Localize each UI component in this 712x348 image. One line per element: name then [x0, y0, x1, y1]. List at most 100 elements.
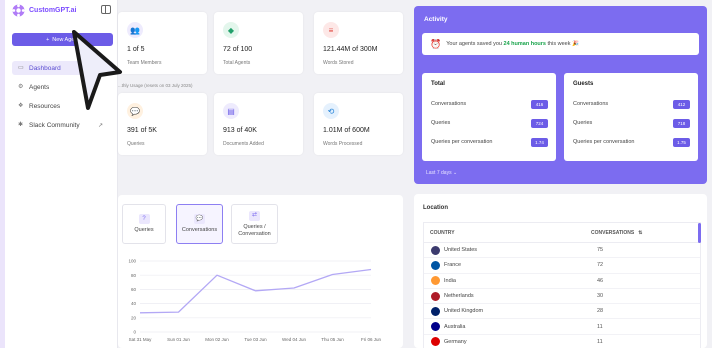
- mouse-pointer-icon: [72, 30, 122, 110]
- row-value: 1.74: [531, 137, 548, 147]
- conversations-cell: 30: [597, 293, 604, 300]
- row-value: 416: [531, 99, 548, 109]
- stat-value: 1.01M of 600M: [323, 127, 370, 134]
- total-row-queries-per-conversation: Queries per conversation 1.74: [431, 136, 548, 148]
- conversations-cell: 72: [597, 262, 604, 269]
- row-value: 1.75: [673, 137, 690, 147]
- savings-prefix: Your agents saved you: [446, 41, 502, 47]
- column-header-country[interactable]: COUNTRY: [424, 230, 591, 236]
- savings-highlight: 24 human hours: [503, 41, 546, 47]
- row-label: Queries: [573, 120, 593, 126]
- country-cell: France: [424, 260, 591, 270]
- x-tick-label: Sun 01 Jun: [167, 337, 190, 342]
- table-row: Australia 11: [424, 319, 700, 335]
- x-tick-label: Fri 06 Jun: [361, 337, 382, 342]
- total-row-queries: Queries 724: [431, 117, 548, 129]
- table-row: United States 75: [424, 243, 700, 259]
- database-icon: ≡: [323, 22, 339, 38]
- x-tick-label: Tue 03 Jun: [244, 337, 267, 342]
- savings-text: Your agents saved you 24 human hours thi…: [446, 41, 579, 47]
- stat-card-words-processed: ⟲ 1.01M of 600M Words Processed: [314, 93, 403, 155]
- country-cell: Australia: [424, 322, 591, 332]
- stat-label: Queries: [127, 141, 145, 147]
- stat-label: Total Agents: [223, 60, 251, 66]
- chat-icon: 💬: [127, 103, 143, 119]
- stat-card-documents-added: ▤ 913 of 40K Documents Added: [214, 93, 303, 155]
- table-row: Germany 11: [424, 335, 700, 348]
- plus-icon: +: [46, 36, 50, 43]
- row-label: Conversations: [431, 101, 467, 107]
- agents-icon: ⚙: [18, 84, 24, 90]
- location-card: Location COUNTRY CONVERSATIONS ⇅ United …: [414, 194, 707, 348]
- total-title: Total: [431, 81, 445, 87]
- stat-card-total-agents: ◆ 72 of 100 Total Agents: [214, 12, 303, 74]
- table-scrollbar[interactable]: [698, 223, 701, 243]
- flag-icon: [431, 260, 440, 270]
- total-row-conversations: Conversations 416: [431, 98, 548, 110]
- country-name: United States: [444, 247, 478, 254]
- sidebar-item-label: Agents: [29, 83, 50, 91]
- table-row: Netherlands 30: [424, 289, 700, 305]
- guests-row-conversations: Conversations 412: [573, 98, 690, 110]
- y-tick-label: 60: [131, 287, 137, 292]
- table-row: India 46: [424, 274, 700, 289]
- location-title: Location: [423, 205, 448, 211]
- total-stats-box: Total Conversations 416 Queries 724 Quer…: [422, 73, 556, 161]
- x-tick-label: Thu 05 Jun: [321, 337, 344, 342]
- activity-title: Activity: [424, 16, 448, 23]
- savings-banner: ⏰ Your agents saved you 24 human hours t…: [422, 33, 699, 55]
- slack-icon: ✱: [18, 122, 24, 128]
- x-tick-label: Wed 04 Jun: [282, 337, 306, 342]
- country-cell: United States: [424, 245, 591, 255]
- flag-icon: [431, 245, 440, 255]
- row-value: 724: [531, 118, 548, 128]
- row-value: 412: [673, 99, 690, 109]
- country-name: United Kingdom: [444, 308, 484, 315]
- stat-value: 913 of 40K: [223, 127, 257, 134]
- stat-value: 391 of 5K: [127, 127, 157, 134]
- usage-note: ...thly Usage (resets on 03 July 2025): [118, 83, 193, 88]
- stat-label: Documents Added: [223, 141, 264, 147]
- sidebar-toggle-icon[interactable]: [101, 5, 111, 14]
- stat-label: Team Members: [127, 60, 162, 66]
- country-cell: India: [424, 276, 591, 286]
- savings-suffix: this week 🎉: [547, 41, 579, 47]
- country-name: Germany: [444, 338, 467, 345]
- location-table: COUNTRY CONVERSATIONS ⇅ United States 75 F…: [423, 222, 701, 348]
- y-tick-label: 80: [131, 273, 137, 278]
- guests-stats-box: Guests Conversations 412 Queries 718 Que…: [564, 73, 698, 161]
- conversations-cell: 75: [597, 247, 604, 254]
- resources-icon: ❖: [18, 103, 24, 109]
- stat-value: 72 of 100: [223, 46, 253, 53]
- agents-stack-icon: ◆: [223, 22, 239, 38]
- location-rows: United States 75 France 72 India 46 Netherland…: [424, 243, 700, 348]
- row-label: Queries per conversation: [431, 139, 493, 145]
- country-name: Australia: [444, 323, 466, 330]
- logo-text: CustomGPT.ai: [29, 7, 77, 14]
- x-tick-label: Sat 31 May: [129, 337, 153, 342]
- conversations-cell: 28: [597, 308, 604, 315]
- stat-label: Words Processed: [323, 141, 363, 147]
- table-header: COUNTRY CONVERSATIONS ⇅: [424, 223, 700, 243]
- column-header-conversations[interactable]: CONVERSATIONS ⇅: [591, 230, 642, 236]
- activity-panel: Activity ⏰ Your agents saved you 24 huma…: [414, 6, 707, 184]
- sidebar-item-label: Slack Community: [29, 121, 80, 129]
- external-link-icon: ↗: [97, 122, 103, 129]
- row-label: Queries per conversation: [573, 139, 635, 145]
- stat-label: Words Stored: [323, 60, 354, 66]
- country-cell: Germany: [424, 337, 591, 347]
- usage-chart-card: ? Queries 💬 Conversations ⇄ Queries / Co…: [118, 195, 403, 348]
- row-value: 718: [673, 118, 690, 128]
- guests-title: Guests: [573, 81, 594, 87]
- row-label: Conversations: [573, 101, 609, 107]
- sort-icon[interactable]: ⇅: [638, 230, 642, 236]
- table-row: France 72: [424, 258, 700, 274]
- guests-row-queries: Queries 718: [573, 117, 690, 129]
- date-range-dropdown[interactable]: Last 7 days ⌄: [426, 170, 457, 176]
- column-header-label: CONVERSATIONS: [591, 229, 635, 236]
- logo[interactable]: CustomGPT.ai: [12, 4, 76, 17]
- y-tick-label: 0: [133, 330, 136, 335]
- sidebar-item-slack-community[interactable]: ✱ Slack Community ↗: [12, 118, 113, 132]
- country-name: Netherlands: [444, 293, 474, 300]
- stat-value: 1 of 5: [127, 46, 145, 53]
